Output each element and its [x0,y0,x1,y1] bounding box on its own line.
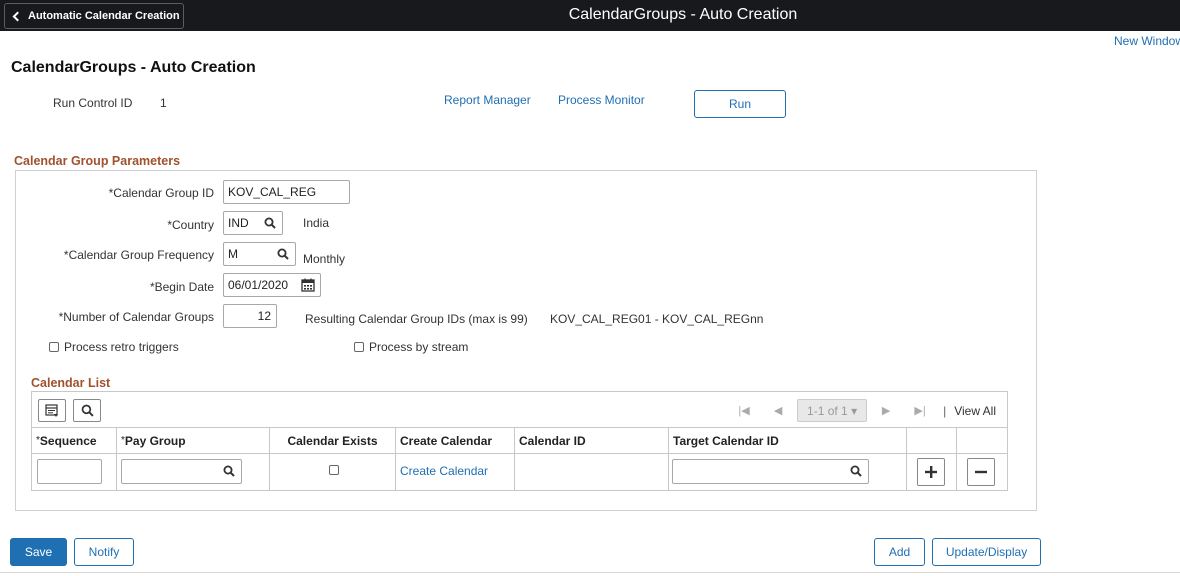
footer-divider [0,572,1180,573]
num-groups-value: 12 [257,309,271,323]
calendar-list-grid: |◀ ◀ 1-1 of 1 ▾ ▶ ▶| | View All * Sequenc… [31,391,1008,491]
run-button[interactable]: Run [694,90,786,118]
run-control-value: 1 [160,96,167,110]
process-stream-checkbox[interactable] [354,342,364,352]
pay-group-input[interactable] [121,459,242,484]
column-label: Sequence [39,433,97,448]
first-page-icon[interactable]: |◀ [727,404,761,417]
create-calendar-link[interactable]: Create Calendar [400,464,488,478]
update-display-button[interactable]: Update/Display [932,538,1041,566]
begin-date-value: 06/01/2020 [228,278,289,292]
new-window-link[interactable]: New Window [1114,34,1180,48]
column-header-calendar-id[interactable]: Calendar ID [515,428,669,453]
personalize-button[interactable] [38,399,66,422]
find-button[interactable] [73,399,101,422]
calendar-group-id-value: KOV_CAL_REG [228,185,317,199]
view-all-link[interactable]: View All [954,404,996,418]
column-header-sequence[interactable]: * Sequence [32,428,117,453]
cell-sequence [32,454,117,490]
resulting-ids-label: Resulting Calendar Group IDs (max is 99) [305,312,528,326]
add-button[interactable]: Add [874,538,925,566]
grid-pager: |◀ ◀ 1-1 of 1 ▾ ▶ ▶| | View All [727,399,1007,422]
process-stream-label: Process by stream [369,340,469,354]
calendar-group-id-label: *Calendar Group ID [108,186,214,200]
search-icon[interactable] [850,465,862,477]
app-title: CalendarGroups - Auto Creation [568,6,798,23]
cell-pay-group [117,454,270,490]
section-title-parameters: Calendar Group Parameters [14,154,181,168]
search-icon[interactable] [277,248,289,260]
report-manager-link[interactable]: Report Manager [444,93,531,107]
section-title-calendar-list: Calendar List [31,376,111,390]
save-button[interactable]: Save [10,538,67,566]
minus-icon [975,470,987,474]
begin-date-label: *Begin Date [149,280,214,294]
country-field[interactable]: IND [223,211,283,235]
column-header-target-calendar-id[interactable]: Target Calendar ID [669,428,907,453]
row-count-label: 1-1 of 1 [807,403,848,418]
frequency-label: *Calendar Group Frequency [63,248,214,262]
notify-button[interactable]: Notify [74,538,134,566]
table-row: Create Calendar [32,454,1007,490]
num-groups-label: *Number of Calendar Groups [58,310,214,324]
next-page-icon[interactable]: ▶ [869,404,903,417]
cell-calendar-id [515,454,669,490]
grid-header-row: * Sequence * Pay Group Calendar Exists Cre… [32,428,1007,454]
target-calendar-id-input[interactable] [672,459,869,484]
column-header-delete [957,428,1007,453]
cell-add [907,454,957,490]
num-groups-field[interactable]: 12 [223,304,277,328]
process-monitor-link[interactable]: Process Monitor [558,93,645,107]
process-retro-checkbox[interactable] [49,342,59,352]
search-icon[interactable] [223,465,235,477]
column-header-add [907,428,957,453]
resulting-ids-value: KOV_CAL_REG01 - KOV_CAL_REGnn [550,312,764,326]
column-label: Pay Group [124,433,186,448]
previous-page-icon[interactable]: ◀ [761,404,795,417]
search-icon[interactable] [264,217,276,229]
sequence-input[interactable] [37,459,102,484]
frequency-field[interactable]: M [223,242,296,266]
grid-settings-icon [45,403,58,417]
begin-date-field[interactable]: 06/01/2020 [223,273,321,297]
country-value: IND [228,216,249,230]
top-banner: Automatic Calendar Creation CalendarGrou… [0,0,1180,31]
last-page-icon[interactable]: ▶| [903,404,937,417]
pager-divider: | [943,403,947,418]
cell-calendar-exists [270,454,396,490]
page: Automatic Calendar Creation CalendarGrou… [0,0,1180,576]
column-header-pay-group[interactable]: * Pay Group [117,428,270,453]
calendar-group-id-field[interactable]: KOV_CAL_REG [223,180,350,204]
calendar-icon[interactable] [301,278,315,292]
search-icon [81,404,94,417]
cell-target-calendar-id [669,454,907,490]
country-description: India [303,216,330,230]
add-row-button[interactable] [917,458,945,486]
plus-icon [925,466,937,478]
frequency-description: Monthly [303,252,346,266]
row-count[interactable]: 1-1 of 1 ▾ [797,399,868,422]
cell-delete [957,454,1007,490]
column-header-create-calendar[interactable]: Create Calendar [396,428,515,453]
grid-toolbar: |◀ ◀ 1-1 of 1 ▾ ▶ ▶| | View All [32,392,1007,428]
calendar-exists-checkbox[interactable] [329,465,339,475]
delete-row-button[interactable] [967,458,995,486]
country-label: *Country [167,218,214,232]
page-title: CalendarGroups - Auto Creation [11,59,256,76]
cell-create-calendar: Create Calendar [396,454,515,490]
column-header-calendar-exists[interactable]: Calendar Exists [270,428,396,453]
frequency-value: M [228,247,238,261]
run-control-label: Run Control ID [53,96,133,110]
process-retro-label: Process retro triggers [64,340,179,354]
